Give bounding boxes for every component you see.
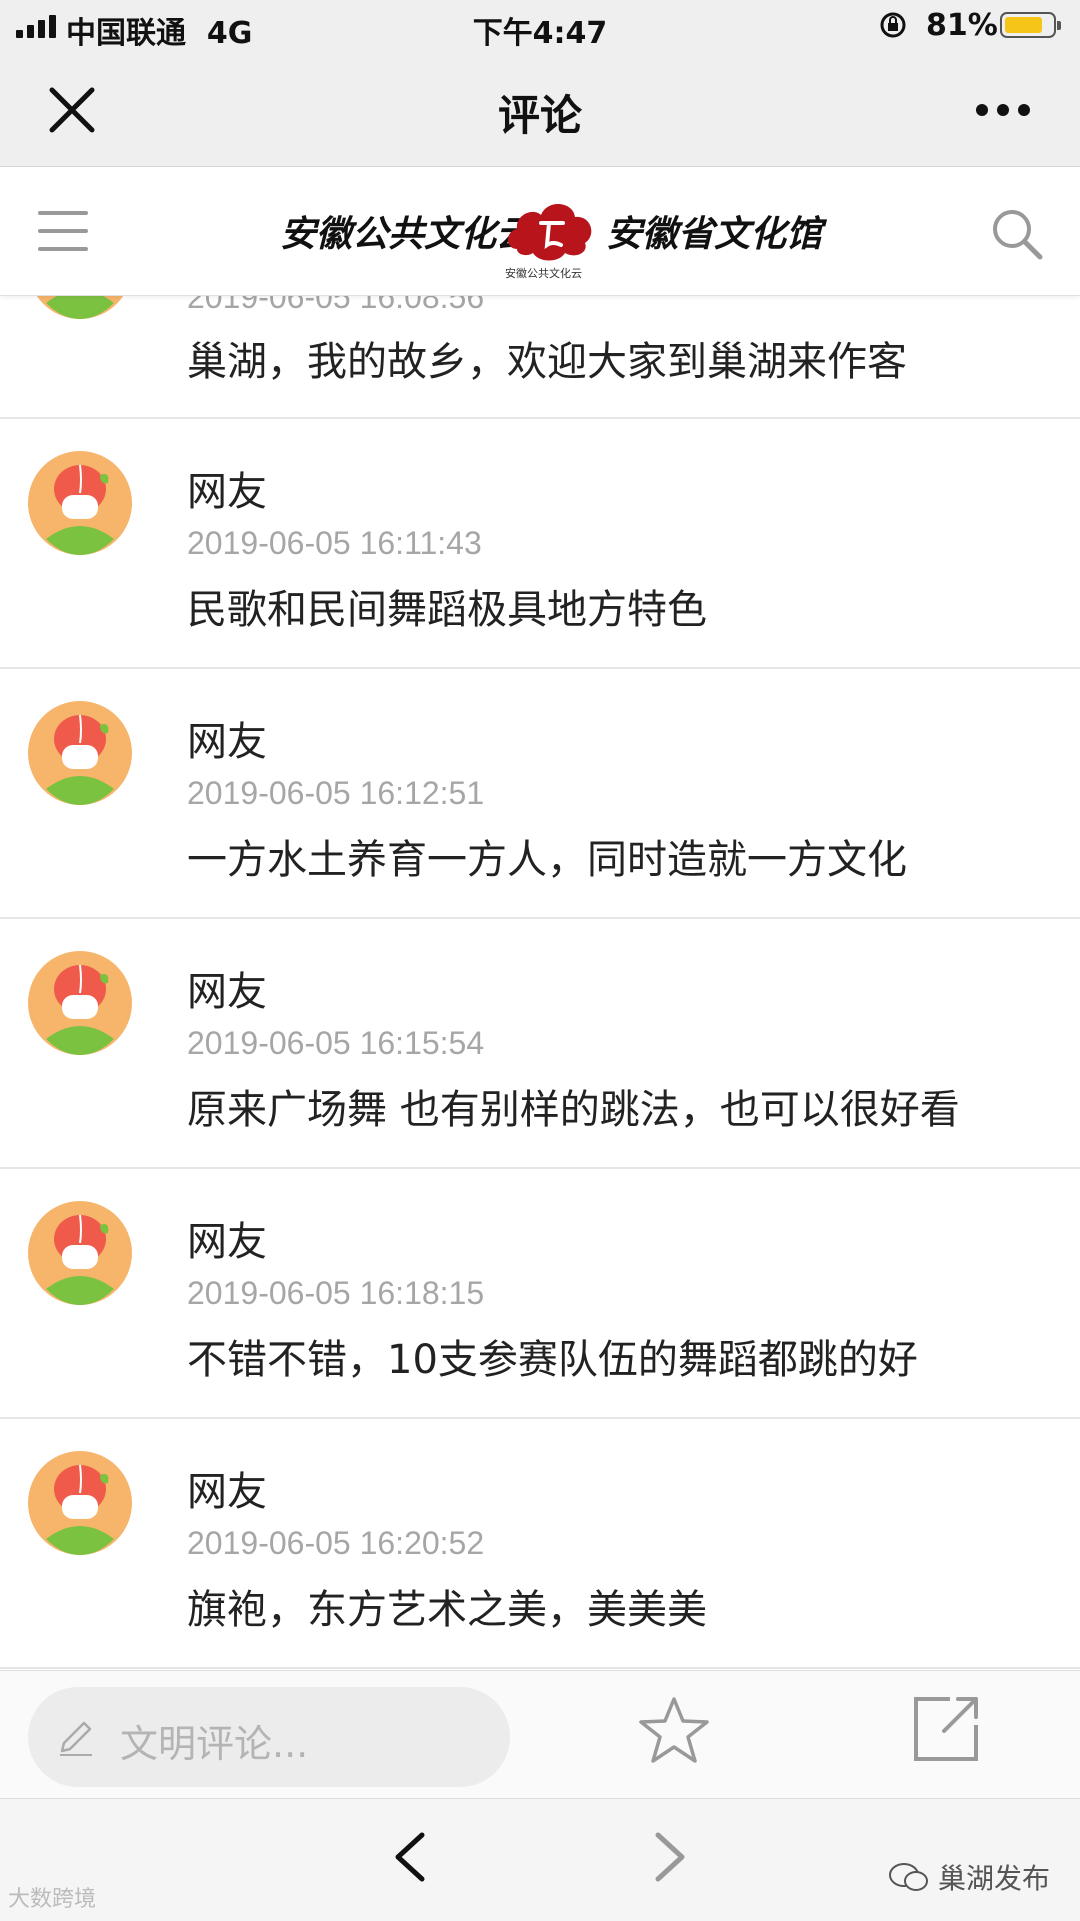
- comment-time: 2019-06-05 16:08:56: [187, 295, 485, 315]
- avatar[interactable]: [28, 951, 132, 1055]
- comment-text: 巢湖，我的故乡，欢迎大家到巢湖来作客: [187, 339, 907, 385]
- comment-time: 2019-06-05 16:11:43: [187, 525, 482, 561]
- avatar[interactable]: [28, 1451, 132, 1555]
- avatar[interactable]: [28, 451, 132, 555]
- page-title: 评论: [497, 91, 582, 140]
- comment-time: 2019-06-05 16:20:52: [187, 1525, 485, 1561]
- pencil-icon: [60, 1721, 92, 1756]
- browser-toolbar: 大数跨境 巢湖发布: [0, 1798, 1080, 1921]
- comment-bar: 文明评论...: [0, 1670, 1080, 1799]
- avatar[interactable]: [28, 295, 132, 319]
- avatar[interactable]: [28, 701, 132, 805]
- comment-user: 网友: [187, 469, 267, 515]
- logo-text-right: 安徽省文化馆: [606, 213, 823, 255]
- comment-text: 民歌和民间舞蹈极具地方特色: [187, 587, 707, 633]
- chevron-right-icon[interactable]: [650, 1829, 690, 1885]
- share-icon[interactable]: [910, 1693, 982, 1765]
- comment-list[interactable]: 2019-06-05 16:08:56 巢湖，我的故乡，欢迎大家到巢湖来作客 网友…: [0, 295, 1080, 1670]
- logo-subtitle: 安徽公共文化云: [505, 267, 582, 280]
- comment-item[interactable]: 网友 2019-06-05 16:15:54 原来广场舞 也有别样的跳法，也可以很好…: [0, 919, 1080, 1169]
- comment-text: 不错不错，10支参赛队伍的舞蹈都跳的好: [187, 1337, 918, 1383]
- site-header: 安徽公共文化云 安徽公共文化云 安徽省文化馆: [0, 167, 1080, 296]
- comment-user: 网友: [187, 1219, 267, 1265]
- clock: 下午4:47: [472, 16, 608, 51]
- comment-user: 网友: [187, 719, 267, 765]
- comment-item[interactable]: 网友 2019-06-05 16:11:43 民歌和民间舞蹈极具地方特色: [0, 419, 1080, 669]
- star-icon[interactable]: [636, 1693, 712, 1769]
- comment-item[interactable]: 2019-06-05 16:08:56 巢湖，我的故乡，欢迎大家到巢湖来作客: [0, 295, 1080, 419]
- battery-percent: 81%: [926, 8, 998, 43]
- search-icon[interactable]: [990, 207, 1044, 261]
- comment-placeholder: 文明评论...: [120, 1722, 309, 1766]
- comment-time: 2019-06-05 16:12:51: [187, 775, 485, 811]
- comment-item[interactable]: 网友 2019-06-05 16:12:51 一方水土养育一方人，同时造就一方文化: [0, 669, 1080, 919]
- comment-time: 2019-06-05 16:15:54: [187, 1025, 485, 1061]
- comment-item[interactable]: 网友 2019-06-05 16:18:15 不错不错，10支参赛队伍的舞蹈都跳的好: [0, 1169, 1080, 1419]
- comment-item[interactable]: 网友 2019-06-05 16:20:52 旗袍，东方艺术之美，美美美: [0, 1419, 1080, 1669]
- battery-icon: [1000, 12, 1061, 38]
- avatar[interactable]: [28, 1201, 132, 1305]
- comment-text: 一方水土养育一方人，同时造就一方文化: [187, 837, 907, 883]
- watermark-left: 大数跨境: [8, 1887, 97, 1912]
- comment-user: 网友: [187, 969, 267, 1015]
- comment-input[interactable]: 文明评论...: [28, 1687, 510, 1787]
- wechat-icon: [889, 1863, 928, 1891]
- nav-bar: 评论: [0, 52, 1080, 167]
- status-bar: 中国联通 4G 下午4:47 81%: [0, 0, 1080, 52]
- comment-time: 2019-06-05 16:18:15: [187, 1275, 485, 1311]
- comment-text: 原来广场舞 也有别样的跳法，也可以很好看: [187, 1087, 960, 1133]
- comment-user: 网友: [187, 1469, 267, 1515]
- chevron-left-icon[interactable]: [390, 1829, 430, 1885]
- watermark-right: 巢湖发布: [888, 1857, 1050, 1897]
- more-dots-icon[interactable]: [976, 90, 1036, 130]
- logo-text-left: 安徽公共文化云: [280, 213, 533, 255]
- comment-text: 旗袍，东方艺术之美，美美美: [187, 1587, 707, 1633]
- rotation-lock-icon: [880, 12, 906, 38]
- hamburger-menu-icon[interactable]: [38, 211, 88, 255]
- cloud-logo-icon[interactable]: [503, 193, 599, 273]
